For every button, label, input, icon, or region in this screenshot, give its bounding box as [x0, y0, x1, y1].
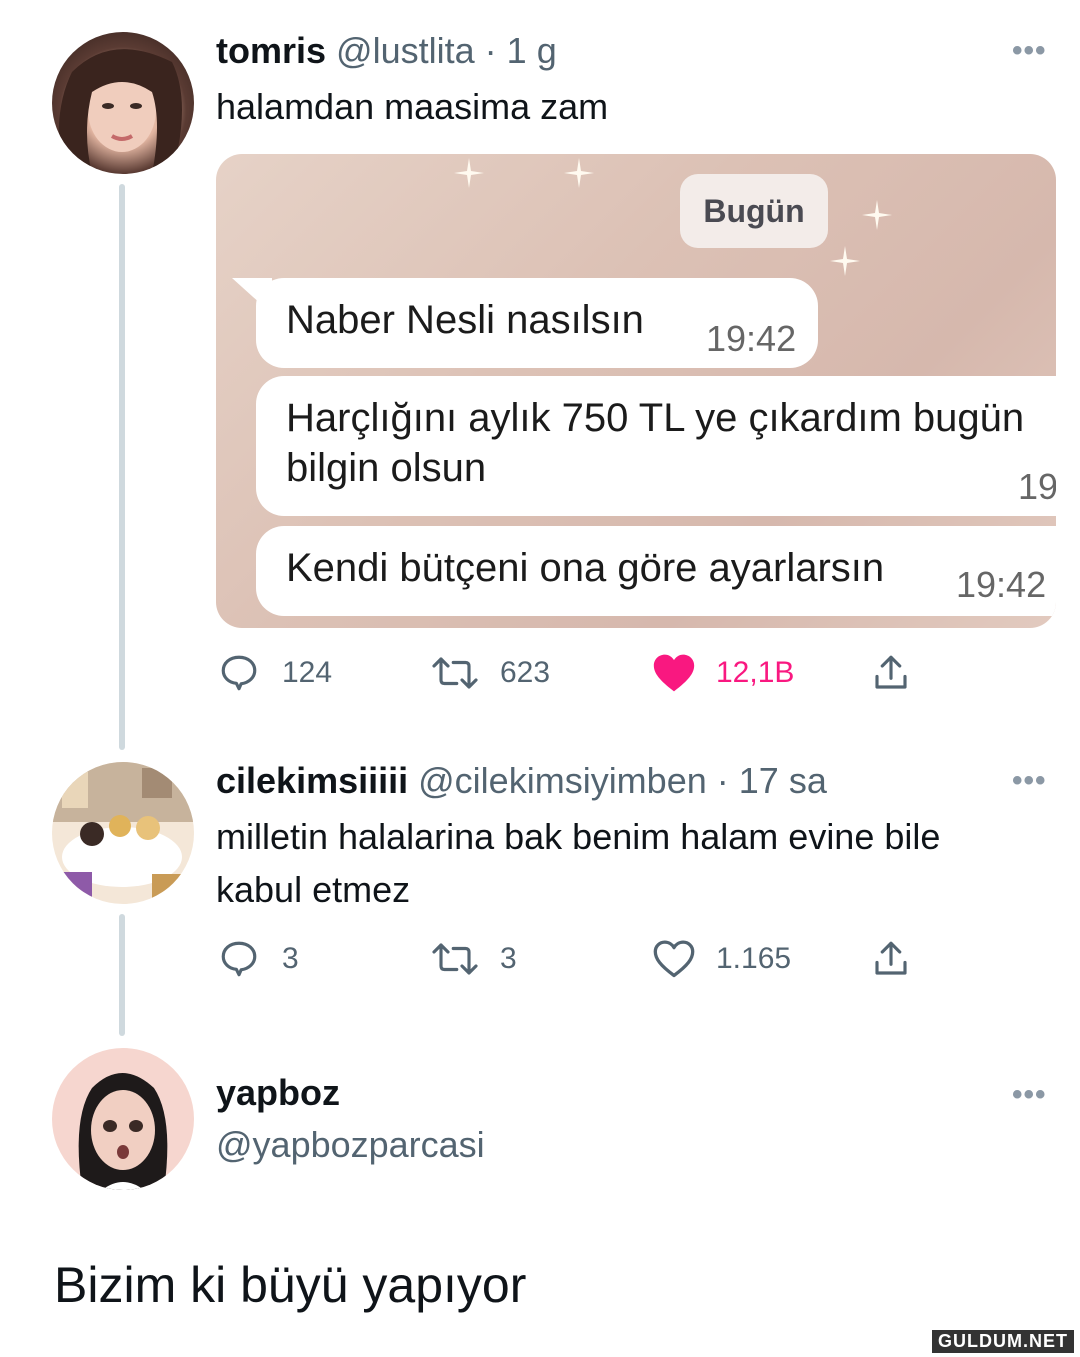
tweet3-handle-row: @yapbozparcasi: [216, 1124, 485, 1166]
tweet2-handle[interactable]: @cilekimsiyimben: [418, 760, 707, 801]
retweet-icon: [432, 943, 478, 975]
retweet-icon: [432, 657, 478, 689]
sparkle-icon: [454, 158, 484, 188]
heart-outline-icon: [653, 940, 695, 978]
tweet1-reply-count: 124: [282, 656, 333, 689]
site-watermark: GULDUM.NET: [932, 1330, 1074, 1353]
chat-message-3-text: Kendi bütçeni ona göre ayarlarsın: [286, 546, 885, 590]
tweet2-separator: ·: [716, 760, 729, 801]
reply-icon: [221, 655, 257, 691]
chat-message-1: Naber Nesli nasılsın 19:42: [256, 278, 818, 368]
avatar-cilekimsiiiii[interactable]: [52, 762, 194, 904]
chat-bubble-tail: [232, 278, 272, 314]
tweet3-name-text[interactable]: yapboz: [216, 1072, 340, 1113]
chat-message-1-time: 19:42: [706, 318, 797, 359]
tweet2-header: cilekimsiiiii @cilekimsiyimben · 17 sa: [216, 760, 827, 802]
avatar-tomris[interactable]: [52, 32, 194, 174]
chat-message-2-line2: bilgin olsun: [286, 446, 487, 490]
share-icon: [875, 941, 907, 975]
chat-date-chip: Bugün: [680, 174, 828, 248]
reply-icon: [221, 941, 257, 977]
tweet2-like-count: 1.165: [716, 942, 792, 975]
chat-message-3: Kendi bütçeni ona göre ayarlarsın 19:42: [256, 526, 1056, 616]
tweet3-handle[interactable]: @yapbozparcasi: [216, 1124, 485, 1165]
chat-message-2-line1: Harçlığını aylık 750 TL ye çıkardım bugü…: [286, 396, 1025, 440]
tweet1-retweet-button[interactable]: 623: [432, 652, 550, 694]
chat-message-2: Harçlığını aylık 750 TL ye çıkardım bugü…: [256, 376, 1056, 516]
tweet3-more-icon[interactable]: •••: [1012, 1078, 1047, 1112]
tweet1-separator: ·: [484, 30, 497, 71]
sparkle-icon: [830, 246, 860, 276]
tweet2-retweet-button[interactable]: 3: [432, 938, 517, 980]
sparkle-icon: [862, 200, 892, 230]
share-icon: [875, 655, 907, 689]
tweet1-like-button[interactable]: 12,1B: [652, 652, 794, 694]
tweet3-text: Bizim ki büyü yapıyor: [54, 1257, 527, 1313]
thread-line-2: [119, 914, 125, 1036]
tweet1-more-icon[interactable]: •••: [1012, 34, 1047, 68]
tweet1-handle[interactable]: @lustlita: [336, 30, 475, 71]
tweet2-like-button[interactable]: 1.165: [652, 938, 791, 980]
tweet2-share-button[interactable]: [870, 938, 912, 980]
tweet1-header: tomris @lustlita · 1 g: [216, 30, 557, 72]
tweet2-time[interactable]: 17 sa: [739, 760, 827, 801]
tweet1-time[interactable]: 1 g: [507, 30, 557, 71]
chat-message-1-text: Naber Nesli nasılsın: [286, 298, 644, 342]
tweet1-reply-button[interactable]: 124: [218, 652, 332, 694]
tweet1-share-button[interactable]: [870, 652, 912, 694]
tweet2-reply-count: 3: [282, 942, 299, 975]
avatar-yapboz[interactable]: [52, 1048, 194, 1190]
tweet2-display-name[interactable]: cilekimsiiiii: [216, 760, 408, 801]
chat-message-3-time: 19:42: [956, 564, 1047, 605]
sparkle-icon: [564, 158, 594, 188]
tweet1-display-name[interactable]: tomris: [216, 30, 326, 71]
tweet2-reply-button[interactable]: 3: [218, 938, 299, 980]
tweet3-display-name: yapboz: [216, 1072, 340, 1114]
tweet1-media-image[interactable]: Bugün Naber Nesli nasılsın 19:42 Harçlığ…: [216, 154, 1056, 628]
heart-filled-icon: [653, 654, 695, 692]
tweet1-retweet-count: 623: [500, 656, 551, 689]
tweet2-more-icon[interactable]: •••: [1012, 764, 1047, 798]
tweet1-like-count: 12,1B: [716, 656, 795, 689]
tweet2-retweet-count: 3: [500, 942, 517, 975]
chat-message-2-time: 19: [1018, 466, 1056, 507]
tweet2-text-line2: kabul etmez: [216, 869, 411, 910]
tweet2-text-line1: milletin halalarina bak benim halam evin…: [216, 816, 941, 857]
tweet1-text: halamdan maasima zam: [216, 86, 609, 127]
thread-line-1: [119, 184, 125, 750]
